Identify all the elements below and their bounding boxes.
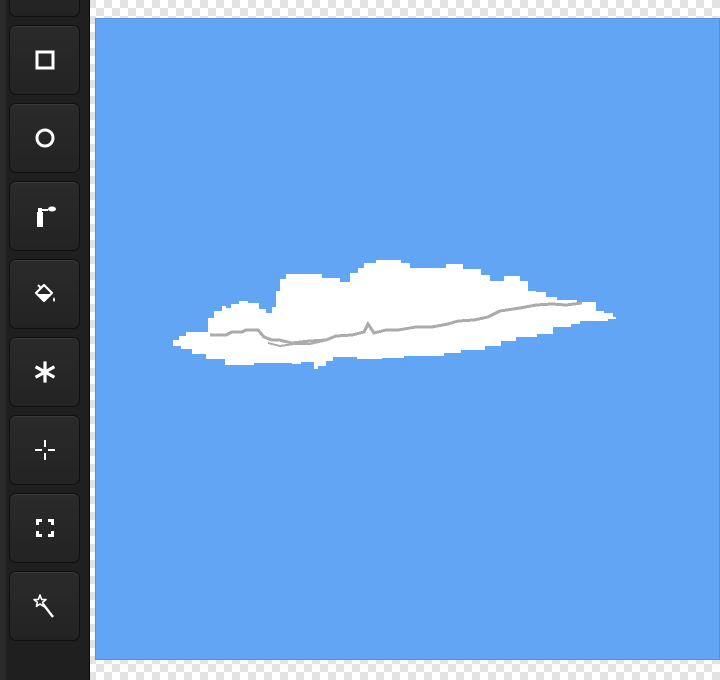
- asterisk-icon: [34, 361, 55, 383]
- spray-can-icon: [36, 206, 56, 227]
- square-icon: [35, 50, 54, 70]
- ellipse-tool-button[interactable]: [9, 103, 80, 173]
- fill-tool-button[interactable]: [9, 259, 80, 329]
- tool-button-partial[interactable]: [9, 0, 80, 17]
- spray-tool-button[interactable]: [9, 181, 80, 251]
- canvas-artwork: [96, 19, 719, 659]
- circle-icon: [35, 128, 54, 148]
- magic-wand-tool-button[interactable]: [9, 571, 80, 641]
- rectangle-tool-button[interactable]: [9, 25, 80, 95]
- move-crosshair-icon: [34, 440, 55, 460]
- move-tool-button[interactable]: [9, 415, 80, 485]
- selection-icon: [35, 519, 54, 537]
- stamp-tool-button[interactable]: [9, 337, 80, 407]
- magic-wand-icon: [32, 594, 54, 618]
- drawing-canvas[interactable]: [95, 18, 720, 660]
- tool-palette: [0, 0, 90, 680]
- paint-bucket-icon: [34, 283, 55, 303]
- select-tool-button[interactable]: [9, 493, 80, 563]
- toolbar-edge: [0, 0, 6, 680]
